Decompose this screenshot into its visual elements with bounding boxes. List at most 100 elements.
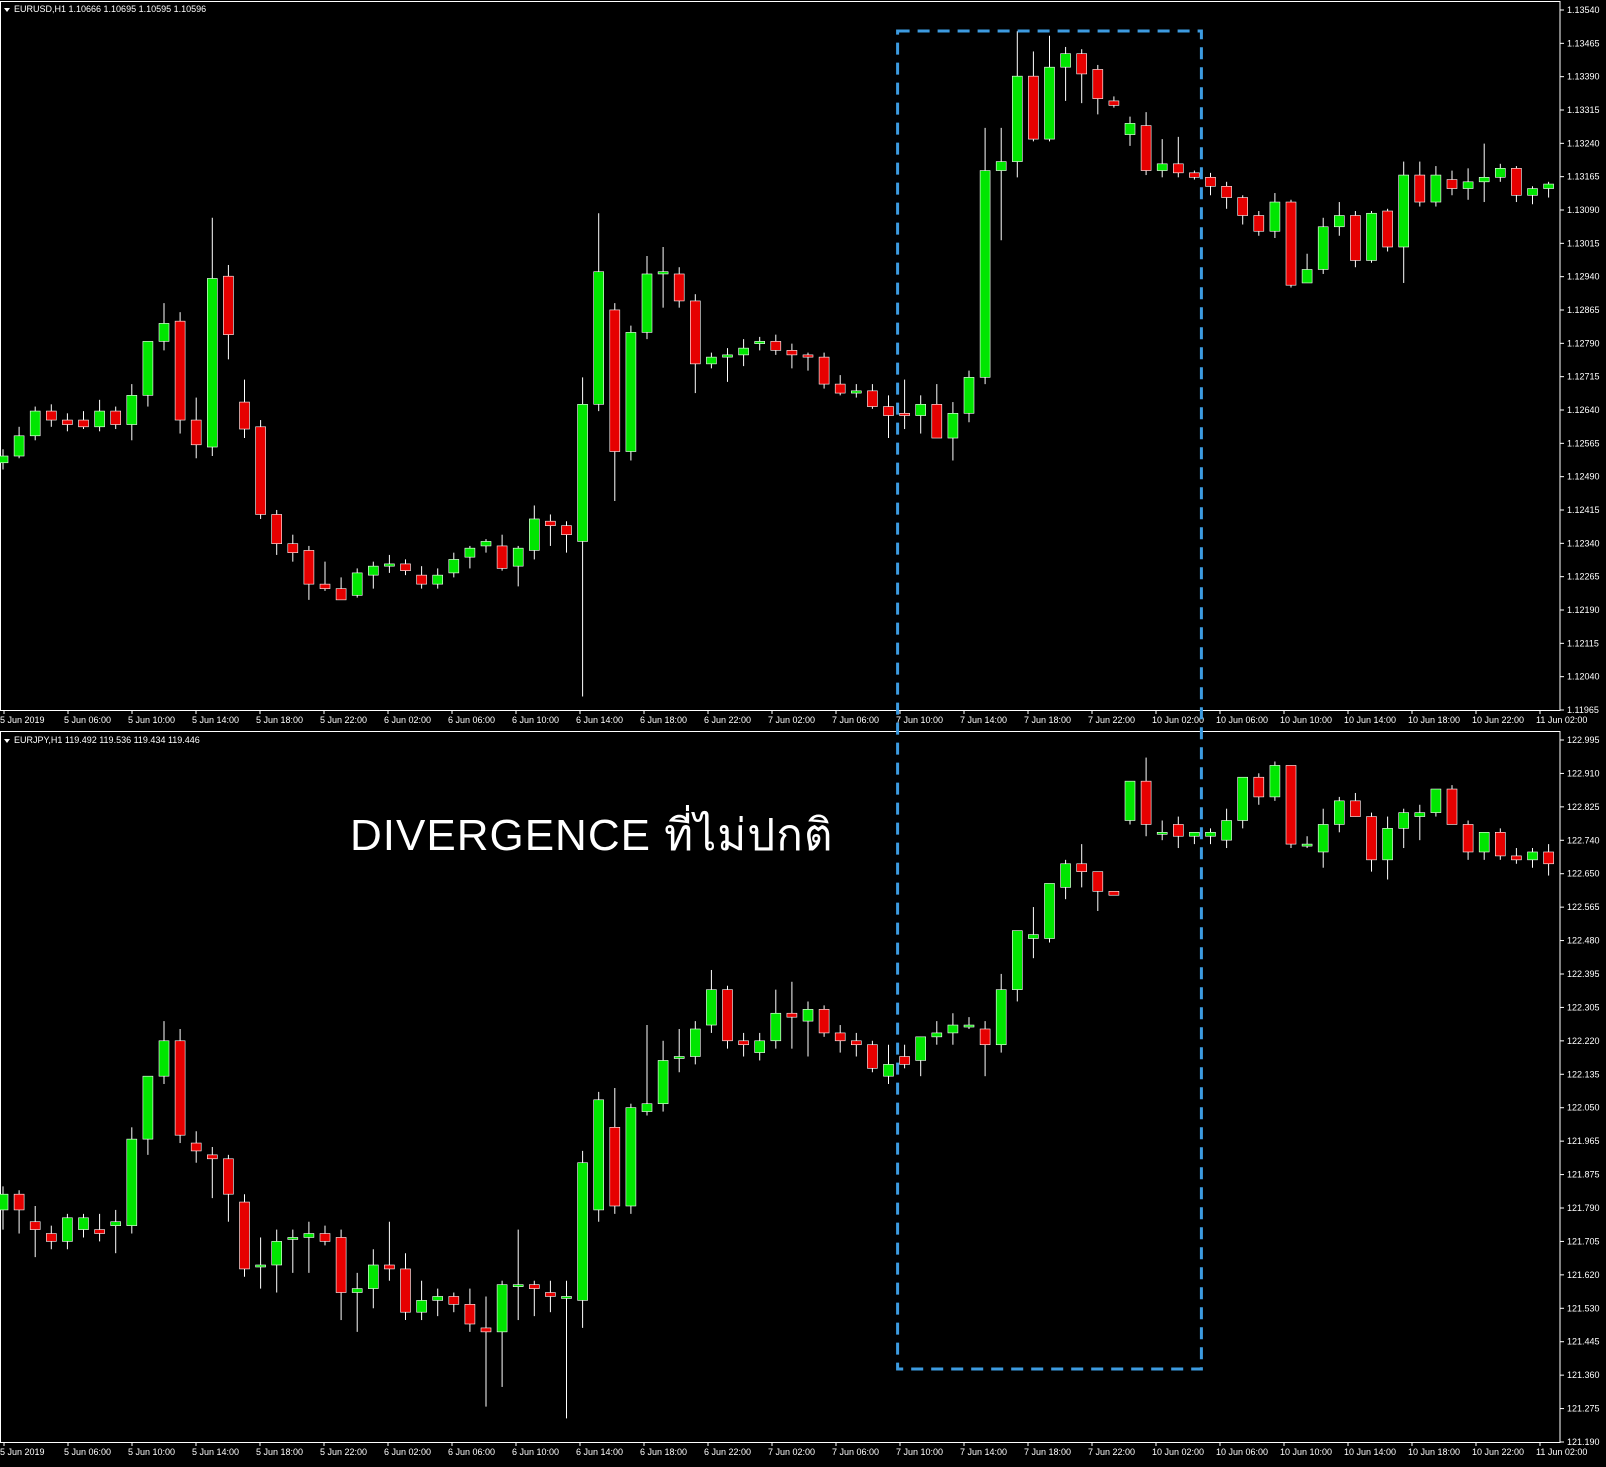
candle-body <box>1285 201 1297 286</box>
candle-body <box>754 1040 766 1053</box>
candle <box>1398 808 1409 849</box>
candle <box>1543 181 1554 198</box>
candle-body <box>1495 832 1506 857</box>
x-tick-label: 7 Jun 02:00 <box>768 715 815 725</box>
candle <box>1221 808 1232 849</box>
candle-body <box>303 550 315 585</box>
eurjpy-symbol-label[interactable]: EURJPY,H1 119.492 119.536 119.434 119.44… <box>4 735 200 745</box>
candle <box>496 534 508 571</box>
candle <box>512 1229 524 1321</box>
charts-canvas: 1.13540 1.13465 1.13390 1.13315 1.13240 1.131… <box>0 1 1600 1457</box>
candle <box>1173 816 1184 849</box>
candle-body <box>351 1288 363 1293</box>
candle-body <box>287 1237 299 1240</box>
eurusd-symbol-label[interactable]: EURUSD,H1 1.10666 1.10695 1.10595 1.1059… <box>4 4 206 14</box>
candle-body <box>1414 174 1426 203</box>
candle <box>1237 776 1248 829</box>
candle <box>754 336 766 351</box>
x-tick-label: 5 Jun 10:00 <box>128 1447 175 1457</box>
x-tick-label: 6 Jun 06:00 <box>448 715 495 725</box>
candle <box>416 1280 427 1321</box>
y-tick-label: 121.445 <box>1567 1337 1600 1347</box>
eurusd-symbol-text: EURUSD,H1 1.10666 1.10695 1.10595 1.1059… <box>14 4 207 14</box>
divergence-annotation: DIVERGENCE ที่ไม่ปกติ <box>350 811 834 860</box>
candle-body <box>593 271 605 405</box>
candle <box>915 395 927 434</box>
candle-body <box>239 401 250 430</box>
candle-body <box>1543 183 1554 189</box>
chart-window: 1.13540 1.13465 1.13390 1.13315 1.13240 1.131… <box>0 0 1606 1462</box>
candle-body <box>1173 824 1184 837</box>
candle-body <box>1028 934 1039 939</box>
candle <box>1285 199 1297 288</box>
candle-body <box>496 545 508 569</box>
candle <box>754 1032 766 1061</box>
candle <box>351 568 363 598</box>
candle-body <box>867 390 878 407</box>
candle-body <box>738 347 749 356</box>
candle-body <box>1108 100 1120 106</box>
x-tick-label: 11 Jun 02:00 <box>1536 715 1587 725</box>
candle <box>673 1028 685 1073</box>
candle-body <box>29 1221 41 1230</box>
candle <box>29 1205 41 1258</box>
candle-body <box>1060 53 1071 68</box>
candle-body <box>947 413 959 439</box>
candle <box>609 1087 621 1214</box>
candle-body <box>1205 832 1216 837</box>
candle-body <box>367 1264 379 1289</box>
x-tick-label: 6 Jun 02:00 <box>384 715 431 725</box>
candle-body <box>1478 177 1490 183</box>
candle <box>1189 170 1200 180</box>
candle-body <box>512 547 524 567</box>
y-tick-label: 121.705 <box>1567 1236 1600 1246</box>
candle-body <box>1156 832 1168 835</box>
pane-frame <box>0 1 1561 711</box>
candle <box>287 534 299 562</box>
candle-body <box>1044 883 1055 939</box>
x-tick-label: 10 Jun 02:00 <box>1152 715 1204 725</box>
candle-body <box>174 1040 186 1136</box>
x-tick-label: 6 Jun 10:00 <box>512 715 559 725</box>
x-tick-label: 6 Jun 14:00 <box>576 715 623 725</box>
candle <box>1092 871 1104 911</box>
candle-body <box>561 1296 572 1299</box>
candle <box>255 1237 266 1289</box>
candle-body <box>480 541 492 547</box>
x-tick-label: 6 Jun 02:00 <box>384 1447 431 1457</box>
candle-body <box>464 547 476 558</box>
candle-body <box>802 1009 814 1022</box>
candle <box>1317 217 1329 274</box>
candle-body <box>657 1060 669 1105</box>
y-tick-label: 1.12490 <box>1567 472 1600 482</box>
candle-body <box>899 1056 910 1065</box>
candle <box>561 1280 572 1419</box>
x-tick-label: 10 Jun 14:00 <box>1344 1447 1396 1457</box>
x-tick-label: 7 Jun 22:00 <box>1088 1447 1135 1457</box>
candle <box>706 352 717 369</box>
candle <box>1285 765 1297 849</box>
x-tick-label: 7 Jun 06:00 <box>832 1447 879 1457</box>
candle-body <box>1173 163 1184 174</box>
candle-body <box>110 410 121 425</box>
candle-body <box>400 1268 411 1313</box>
candle-body <box>94 410 105 428</box>
x-tick-label: 5 Jun 10:00 <box>128 715 175 725</box>
candle <box>1140 757 1152 837</box>
candle <box>480 1296 492 1407</box>
candle <box>142 1075 154 1155</box>
y-tick-label: 1.13390 <box>1567 72 1600 82</box>
y-tick-label: 1.12865 <box>1567 305 1600 315</box>
candle <box>303 545 315 600</box>
candle <box>1205 172 1216 196</box>
candle-body <box>931 404 943 439</box>
candle <box>1495 828 1506 860</box>
candle-body <box>1269 201 1281 232</box>
y-tick-label: 1.12940 <box>1567 272 1600 282</box>
candle <box>1108 891 1120 896</box>
y-tick-label: 122.740 <box>1567 835 1600 845</box>
candle-body <box>1124 780 1136 821</box>
candle <box>1044 35 1055 142</box>
candle-body <box>915 404 927 416</box>
y-tick-label: 122.650 <box>1567 869 1600 879</box>
